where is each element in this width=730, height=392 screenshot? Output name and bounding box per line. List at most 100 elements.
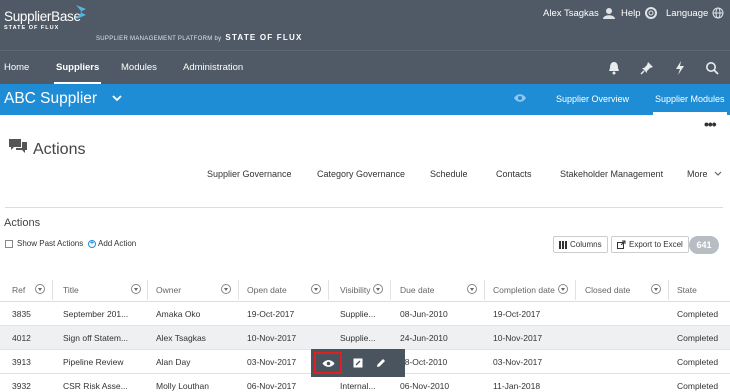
help-menu[interactable]: Help <box>621 7 657 19</box>
filter-icon[interactable] <box>467 284 477 294</box>
cell-completion-date: 03-Nov-2017 <box>493 357 543 367</box>
logo[interactable]: SupplierBase STATE OF FLUX <box>4 5 86 31</box>
add-action-label: Add Action <box>98 239 137 248</box>
nav-home[interactable]: Home <box>4 62 29 73</box>
eye-icon <box>322 359 334 367</box>
bell-icon[interactable] <box>607 61 621 75</box>
main-nav: Home Suppliers Modules Administration <box>0 50 730 85</box>
cell-owner: Molly Louthan <box>156 381 209 391</box>
globe-icon <box>712 7 724 19</box>
columns-button[interactable]: Columns <box>553 236 608 253</box>
cell-open-date: 19-Oct-2017 <box>247 309 295 319</box>
cell-completion-date: 10-Nov-2017 <box>493 333 543 343</box>
table-row[interactable]: 3835 September 201... Amaka Oko 19-Oct-2… <box>0 302 730 326</box>
subnav-contacts[interactable]: Contacts <box>496 169 532 179</box>
nav-modules[interactable]: Modules <box>121 62 157 73</box>
cell-state: Completed <box>677 357 719 367</box>
cell-owner: Alan Day <box>156 357 191 367</box>
eye-icon[interactable] <box>513 93 527 103</box>
tagline: SUPPLIER MANAGEMENT PLATFORM by STATE OF… <box>96 33 302 42</box>
user-menu[interactable]: Alex Tsagkas <box>543 7 615 19</box>
filter-icon[interactable] <box>651 284 661 294</box>
filter-icon[interactable] <box>373 284 383 294</box>
cell-title: Pipeline Review <box>63 357 124 367</box>
subnav-more-label: More <box>687 169 708 179</box>
filter-icon[interactable] <box>311 284 321 294</box>
column-separator <box>484 280 485 300</box>
cell-ref: 4012 <box>12 333 31 343</box>
cell-title: Sign off Statem... <box>63 333 129 343</box>
tagline-brand: STATE OF FLUX <box>225 33 303 42</box>
column-header-state[interactable]: State <box>677 285 697 295</box>
actions-count-badge: 641 <box>689 236 719 254</box>
open-external-action-button[interactable] <box>346 353 370 373</box>
cell-title: CSR Risk Asse... <box>63 381 128 391</box>
column-header-closed-date[interactable]: Closed date <box>585 285 630 295</box>
subnav-stakeholder-management[interactable]: Stakeholder Management <box>560 169 663 179</box>
column-header-visibility[interactable]: Visibility <box>340 285 371 295</box>
export-label: Export to Excel <box>629 240 683 249</box>
subnav-more[interactable]: More <box>687 169 722 179</box>
nav-suppliers[interactable]: Suppliers <box>53 62 102 85</box>
logo-text: SupplierBase <box>4 9 81 24</box>
export-to-excel-button[interactable]: Export to Excel <box>611 236 689 253</box>
column-separator <box>575 280 576 300</box>
cell-open-date: 03-Nov-2017 <box>247 357 297 367</box>
cell-title: September 201... <box>63 309 129 319</box>
cell-ref: 3913 <box>12 357 31 367</box>
tab-supplier-overview[interactable]: Supplier Overview <box>556 94 629 104</box>
column-separator <box>52 280 53 300</box>
lightning-icon[interactable] <box>673 61 687 75</box>
filter-icon[interactable] <box>221 284 231 294</box>
supplier-bar: ABC Supplier Supplier Overview Supplier … <box>0 84 730 115</box>
cell-ref: 3835 <box>12 309 31 319</box>
help-label: Help <box>621 7 641 19</box>
cell-owner: Alex Tsagkas <box>156 333 206 343</box>
page-title: Actions <box>33 141 86 158</box>
plus-icon: + <box>88 239 96 248</box>
chat-bubbles-icon <box>9 139 27 153</box>
cell-open-date: 06-Nov-2017 <box>247 381 297 391</box>
show-past-actions-toggle[interactable]: Show Past Actions <box>5 239 83 248</box>
column-header-open-date[interactable]: Open date <box>247 285 287 295</box>
actions-section-title: Actions <box>4 217 41 229</box>
language-menu[interactable]: Language <box>666 7 724 19</box>
column-header-ref[interactable]: Ref <box>12 285 25 295</box>
cell-completion-date: 19-Oct-2017 <box>493 309 541 319</box>
filter-icon[interactable] <box>558 284 568 294</box>
column-header-title[interactable]: Title <box>63 285 79 295</box>
column-header-completion-date[interactable]: Completion date <box>493 285 555 295</box>
logo-subtext: STATE OF FLUX <box>4 25 60 31</box>
search-icon[interactable] <box>705 61 719 75</box>
subnav-supplier-governance[interactable]: Supplier Governance <box>207 169 292 179</box>
cell-due-date: 08-Oct-2010 <box>400 357 448 367</box>
supplier-name[interactable]: ABC Supplier <box>4 90 97 108</box>
show-past-actions-checkbox[interactable] <box>5 239 13 248</box>
top-header: SupplierBase STATE OF FLUX SUPPLIER MANA… <box>0 0 730 50</box>
columns-icon <box>559 240 567 249</box>
edit-action-button[interactable] <box>369 353 393 373</box>
table-header: Ref Title Owner Open date Visibility Due… <box>0 278 730 302</box>
language-label: Language <box>666 7 709 19</box>
subnav-schedule[interactable]: Schedule <box>430 169 468 179</box>
filter-icon[interactable] <box>131 284 141 294</box>
nav-administration[interactable]: Administration <box>183 62 243 73</box>
add-action-button[interactable]: + Add Action <box>88 239 136 248</box>
filter-icon[interactable] <box>35 284 45 294</box>
cell-due-date: 06-Nov-2010 <box>400 381 450 391</box>
column-separator <box>328 280 329 300</box>
table-row[interactable]: 4012 Sign off Statem... Alex Tsagkas 10-… <box>0 326 730 350</box>
columns-label: Columns <box>570 240 602 249</box>
more-options-icon[interactable]: ••• <box>704 116 717 132</box>
column-header-owner[interactable]: Owner <box>156 285 181 295</box>
logo-mark-icon <box>76 5 86 19</box>
cell-due-date: 08-Jun-2010 <box>400 309 448 319</box>
subnav-category-governance[interactable]: Category Governance <box>317 169 405 179</box>
view-action-button[interactable] <box>314 352 342 374</box>
tab-supplier-modules[interactable]: Supplier Modules <box>653 94 727 115</box>
chevron-down-icon[interactable] <box>112 94 122 102</box>
pin-icon[interactable] <box>640 61 654 75</box>
column-header-due-date[interactable]: Due date <box>400 285 435 295</box>
cell-completion-date: 11-Jan-2018 <box>493 381 541 391</box>
user-name: Alex Tsagkas <box>543 7 599 19</box>
